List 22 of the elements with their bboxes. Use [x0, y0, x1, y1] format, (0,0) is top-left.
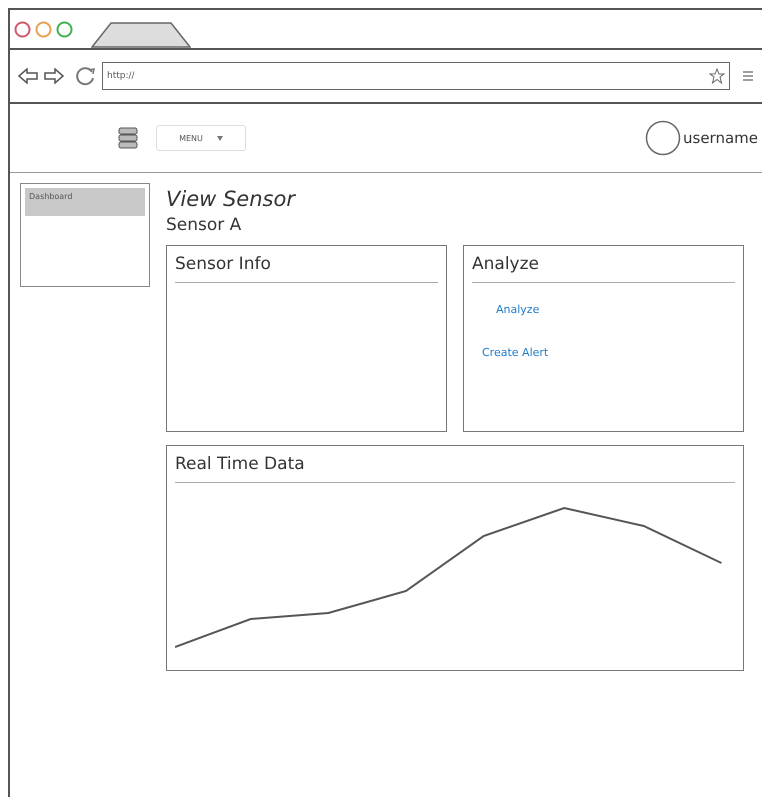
- page-subtitle: Sensor A: [166, 215, 242, 235]
- window-button-icon[interactable]: [14, 20, 31, 38]
- avatar-icon[interactable]: [645, 120, 681, 156]
- address-field[interactable]: http://: [102, 62, 730, 90]
- window-button-icon[interactable]: [56, 20, 73, 38]
- reload-icon[interactable]: [76, 66, 96, 86]
- database-icon: [118, 127, 138, 149]
- star-icon[interactable]: [709, 68, 725, 84]
- panel-title: Sensor Info: [175, 254, 438, 283]
- menu-dropdown[interactable]: MENU: [156, 125, 246, 151]
- menu-icon[interactable]: [742, 71, 754, 81]
- panel-title: Analyze: [472, 254, 735, 283]
- back-icon[interactable]: [18, 68, 38, 84]
- username: username: [683, 129, 758, 147]
- caret-icon: [216, 136, 223, 140]
- sidebar-item[interactable]: Dashboard: [25, 188, 145, 216]
- panel-title: Real Time Data: [175, 454, 735, 483]
- page-title: View Sensor: [166, 187, 297, 211]
- link[interactable]: Analyze: [496, 303, 540, 316]
- browser-tab[interactable]: [91, 22, 191, 48]
- link[interactable]: Create Alert: [482, 346, 548, 359]
- forward-icon[interactable]: [44, 68, 64, 84]
